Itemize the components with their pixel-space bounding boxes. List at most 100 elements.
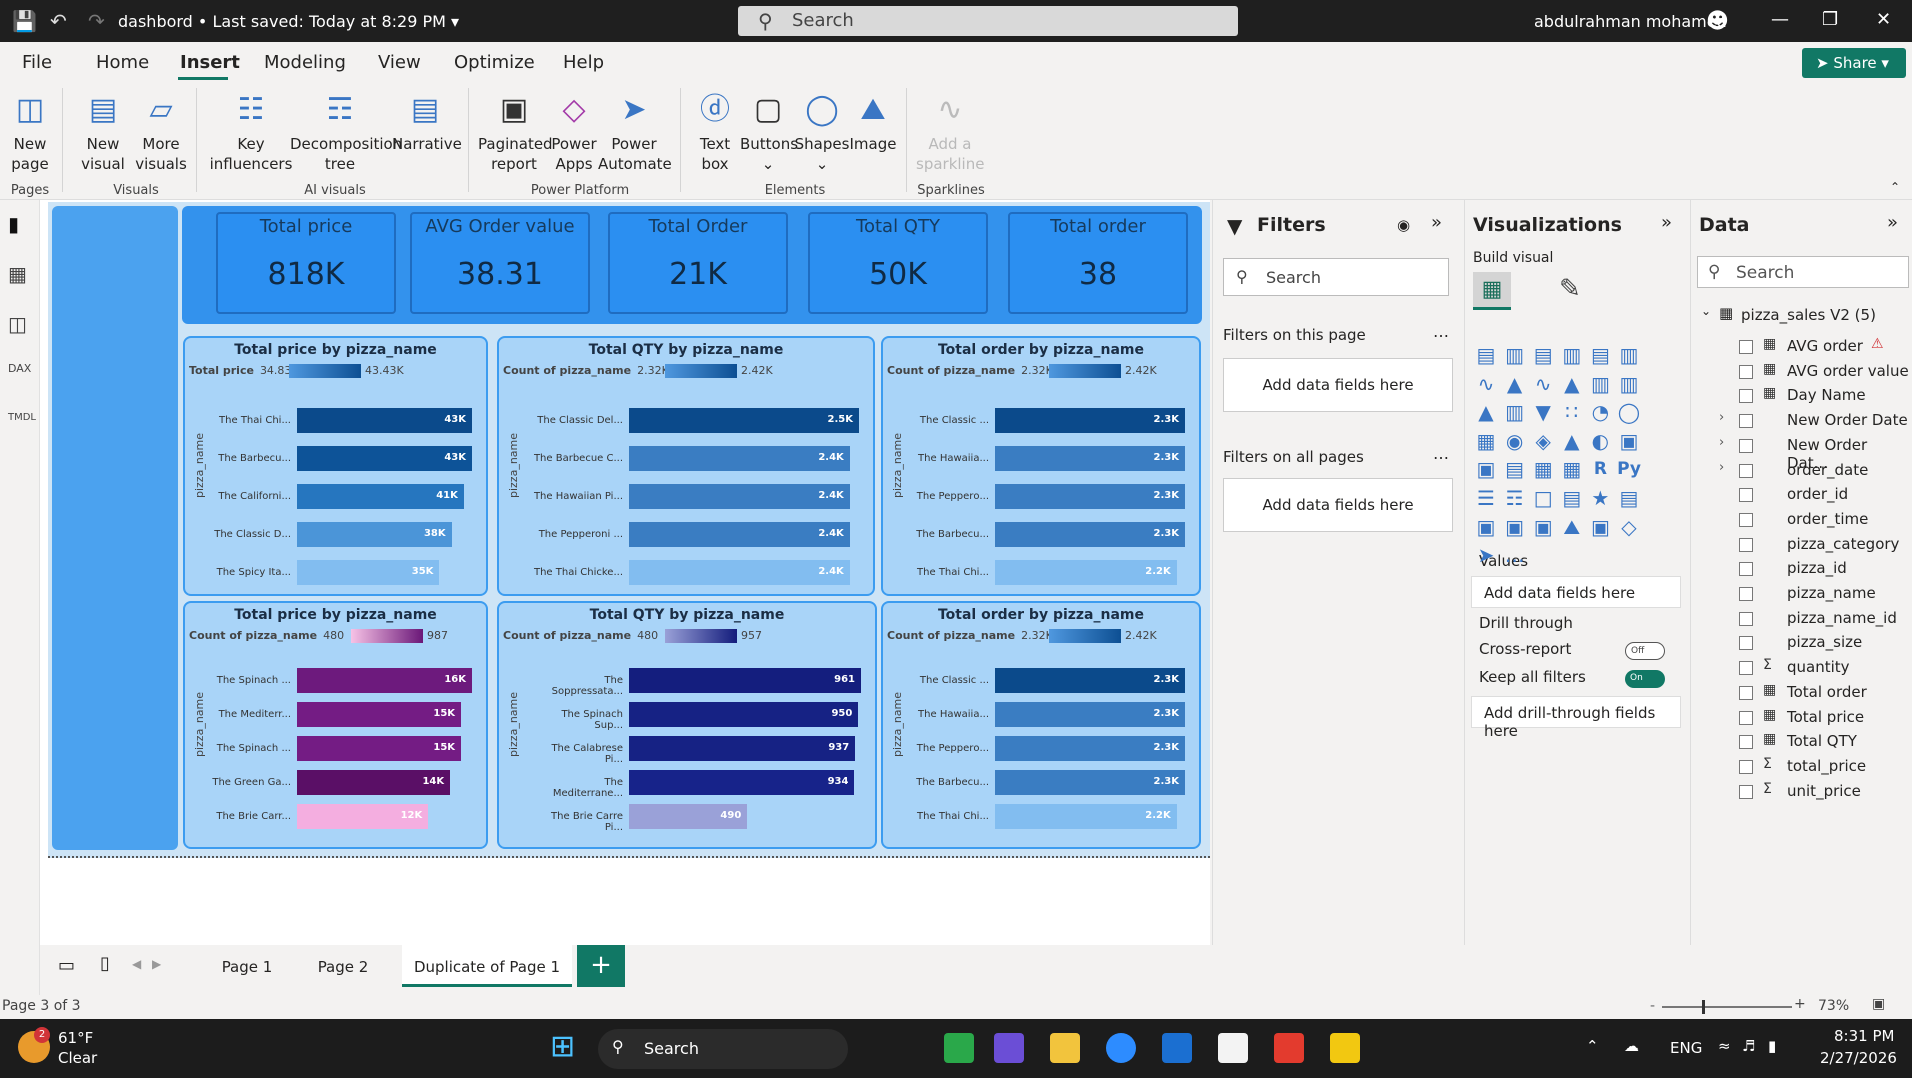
line-column-icon[interactable]: ▥ xyxy=(1616,371,1642,397)
chart-bar[interactable]: 43K xyxy=(297,446,472,471)
menu-home[interactable]: Home xyxy=(96,52,149,73)
chart-bar[interactable]: 2.5K xyxy=(629,408,859,433)
more-options-icon[interactable]: … xyxy=(1433,322,1449,341)
line-chart-icon[interactable]: ∿ xyxy=(1473,371,1499,397)
zoom-icon[interactable] xyxy=(1106,1033,1136,1063)
stacked-bar-icon[interactable]: ▤ xyxy=(1473,342,1499,368)
fit-page-icon[interactable]: ▣ xyxy=(1872,996,1885,1012)
keep-all-filters-toggle[interactable]: On xyxy=(1625,670,1665,688)
clustered-column-icon[interactable]: ▥ xyxy=(1559,342,1585,368)
power-automate-icon[interactable]: ▣ xyxy=(1502,514,1528,540)
kpi-icon[interactable]: ▣ xyxy=(1473,456,1499,482)
format-visual-icon[interactable]: ✎ xyxy=(1559,274,1581,304)
add-sparkline-button[interactable]: ∿ Add a sparkline xyxy=(916,90,984,174)
undo-icon[interactable]: ↶ xyxy=(50,9,67,33)
100-column-icon[interactable]: ▥ xyxy=(1616,342,1642,368)
donut-chart-icon[interactable]: ◯ xyxy=(1616,399,1642,425)
kpi-card-total-price[interactable]: Total price 818K xyxy=(216,212,396,314)
chart-bar[interactable]: 2.2K xyxy=(995,560,1177,585)
field-item[interactable]: Day Name xyxy=(1787,386,1866,404)
field-item[interactable]: Total price xyxy=(1787,708,1864,726)
image-button[interactable]: ⛰ Image xyxy=(848,90,898,154)
decomposition-tree-icon[interactable]: ☶ xyxy=(1502,485,1528,511)
field-checkbox[interactable] xyxy=(1739,340,1753,354)
bar-chart-card[interactable]: Total order by pizza_name Count of pizza_… xyxy=(881,336,1201,596)
wifi-icon[interactable]: ≈ xyxy=(1718,1037,1731,1055)
field-checkbox[interactable] xyxy=(1739,759,1753,774)
filter-search-input[interactable]: ⚲ Search xyxy=(1223,258,1449,296)
tab-page-2[interactable]: Page 2 xyxy=(302,945,384,987)
tab-duplicate-page-1[interactable]: Duplicate of Page 1 xyxy=(402,945,572,987)
data-search-input[interactable]: ⚲ Search xyxy=(1697,256,1909,288)
desktop-layout-icon[interactable]: ▭ xyxy=(58,955,75,976)
outlook-icon[interactable] xyxy=(1162,1033,1192,1063)
field-checkbox[interactable] xyxy=(1739,735,1753,750)
stacked-column-icon[interactable]: ▥ xyxy=(1502,342,1528,368)
chart-bar[interactable]: 490 xyxy=(629,804,748,829)
treemap-icon[interactable]: ▦ xyxy=(1473,428,1499,454)
zoom-slider[interactable] xyxy=(1662,1006,1792,1008)
clock-time[interactable]: 8:31 PM xyxy=(1834,1027,1894,1045)
power-apps-visual-icon[interactable]: ◇ xyxy=(1616,514,1642,540)
arcgis-icon[interactable]: ▣ xyxy=(1530,514,1556,540)
power-automate-button[interactable]: ➤ Power Automate xyxy=(598,90,672,174)
zoom-out-icon[interactable]: - xyxy=(1650,998,1655,1014)
zoom-in-icon[interactable]: + xyxy=(1794,996,1806,1012)
paginated-icon[interactable]: ▤ xyxy=(1616,485,1642,511)
bar-chart-card[interactable]: Total price by pizza_name Total price 34.8… xyxy=(183,336,488,596)
wps-icon[interactable] xyxy=(1274,1033,1304,1063)
field-checkbox[interactable] xyxy=(1739,364,1753,379)
close-icon[interactable]: ✕ xyxy=(1876,9,1891,30)
collapse-data-icon[interactable]: » xyxy=(1887,212,1898,233)
tab-page-1[interactable]: Page 1 xyxy=(206,945,288,987)
file-explorer-icon[interactable] xyxy=(1050,1033,1080,1063)
r-script-icon[interactable]: R xyxy=(1587,456,1613,482)
kpi-card-total-order-2[interactable]: Total order 38 xyxy=(1008,212,1188,314)
field-item[interactable]: total_price xyxy=(1787,757,1866,775)
field-checkbox[interactable] xyxy=(1739,587,1753,601)
chart-bar[interactable]: 2.3K xyxy=(995,408,1185,433)
menu-help[interactable]: Help xyxy=(563,52,604,73)
chevron-down-icon[interactable]: ⌄ xyxy=(1701,304,1711,318)
chart-bar[interactable]: 2.3K xyxy=(995,770,1185,795)
field-checkbox[interactable] xyxy=(1739,611,1753,626)
windows-start-icon[interactable]: ⊞ xyxy=(550,1029,575,1064)
power-automate-visual-icon[interactable]: ➤ xyxy=(1473,542,1499,568)
100-bar-icon[interactable]: ▤ xyxy=(1587,342,1613,368)
gauge-icon[interactable]: ◐ xyxy=(1587,428,1613,454)
chart-bar[interactable]: 950 xyxy=(629,702,859,727)
expand-icon[interactable]: › xyxy=(1719,435,1724,450)
field-checkbox[interactable] xyxy=(1739,488,1753,503)
card-icon[interactable]: ▣ xyxy=(1616,428,1642,454)
custom-visual-icon[interactable]: ▣ xyxy=(1587,514,1613,540)
minimize-icon[interactable]: — xyxy=(1771,9,1789,30)
chevron-up-icon[interactable]: ⌃ xyxy=(1586,1037,1599,1055)
python-icon[interactable]: Py xyxy=(1616,456,1642,482)
field-item[interactable]: pizza_name xyxy=(1787,584,1876,602)
collapse-ribbon-icon[interactable]: ⌃ xyxy=(1890,180,1900,194)
field-checkbox[interactable] xyxy=(1739,784,1753,799)
area-chart-icon[interactable]: ▲ xyxy=(1502,371,1528,397)
collapse-filters-icon[interactable]: » xyxy=(1431,212,1442,233)
dax-query-icon[interactable]: DAX xyxy=(8,362,31,375)
chart-bar[interactable]: 12K xyxy=(297,804,429,829)
field-item[interactable]: Total QTY xyxy=(1787,732,1857,750)
field-checkbox[interactable] xyxy=(1739,512,1753,527)
azure-map-icon[interactable]: ▲ xyxy=(1559,428,1585,454)
chart-bar[interactable]: 35K xyxy=(297,560,440,585)
field-item[interactable]: quantity xyxy=(1787,658,1850,676)
field-checkbox[interactable] xyxy=(1739,562,1753,577)
field-item[interactable]: pizza_category xyxy=(1787,535,1899,553)
document-title[interactable]: dashbord • Last saved: Today at 8:29 PM … xyxy=(118,12,459,31)
field-checkbox[interactable] xyxy=(1739,537,1753,552)
metrics-icon[interactable]: ★ xyxy=(1587,485,1613,511)
power-apps-button[interactable]: ◇ Power Apps xyxy=(548,90,600,174)
field-item[interactable]: pizza_name_id xyxy=(1787,609,1897,627)
onedrive-icon[interactable]: ☁ xyxy=(1624,1037,1639,1055)
filter-drop-all-pages[interactable]: Add data fields here xyxy=(1223,478,1453,532)
field-checkbox[interactable] xyxy=(1739,414,1753,429)
scatter-icon[interactable]: ∷ xyxy=(1559,399,1585,425)
next-page-icon[interactable]: ▶ xyxy=(152,957,161,971)
field-checkbox[interactable] xyxy=(1739,661,1753,676)
chart-bar[interactable]: 2.3K xyxy=(995,522,1185,547)
